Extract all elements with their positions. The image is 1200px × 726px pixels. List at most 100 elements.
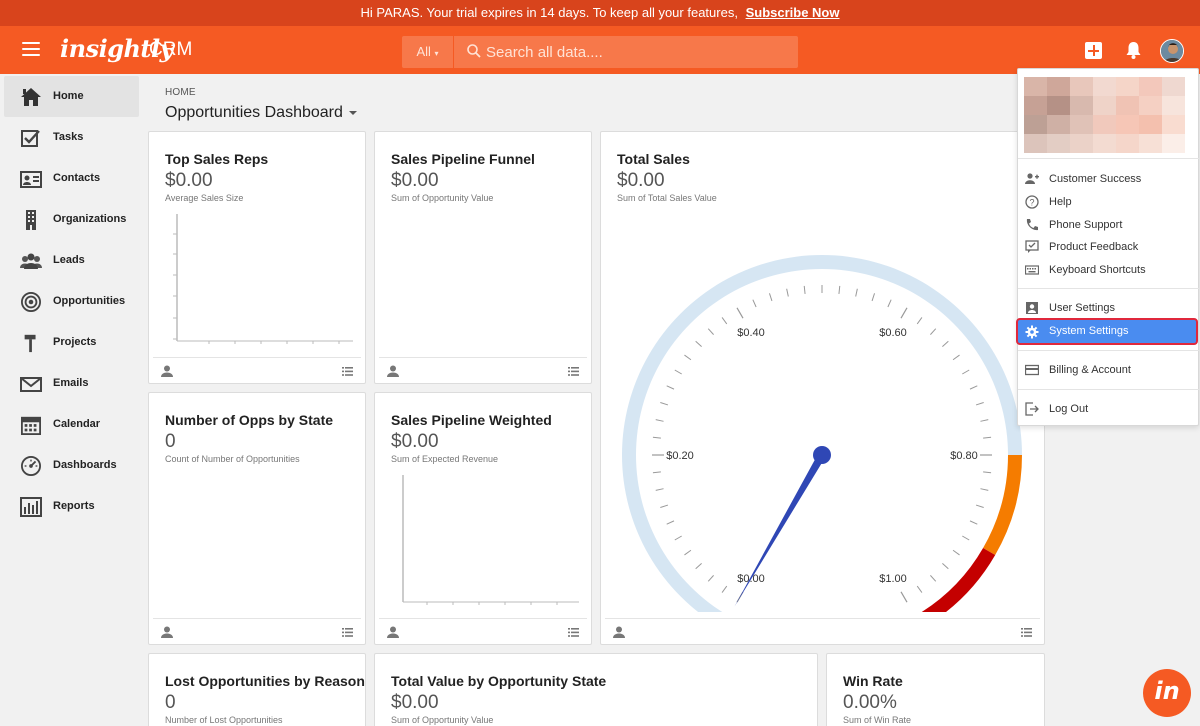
sidebar-item-leads[interactable]: Leads [4, 240, 139, 281]
quick-add-icon[interactable] [1085, 42, 1102, 59]
trial-banner: Hi PARAS. Your trial expires in 14 days.… [0, 0, 1200, 26]
gauge-tick [768, 293, 773, 302]
gauge-tick [887, 299, 892, 308]
sidebar-item-label: Organizations [53, 213, 127, 225]
page-title[interactable]: Opportunities Dashboard [165, 104, 357, 122]
menu-item-user-settings[interactable]: User Settings [1018, 297, 1200, 319]
subscribe-now-link[interactable]: Subscribe Now [746, 5, 840, 20]
gauge-tick [962, 535, 970, 541]
menu-item-billing-account[interactable]: Billing & Account [1018, 359, 1200, 381]
card-title: Sales Pipeline Weighted [391, 412, 552, 428]
card-title: Lost Opportunities by Reason [165, 673, 365, 689]
gauge-tick [975, 504, 984, 509]
gauge-band-1 [983, 455, 1022, 555]
gauge-tick-label: $0.60 [879, 327, 907, 339]
person-add-icon [1025, 173, 1039, 184]
gauge-tick [652, 436, 661, 439]
menu-item-system-settings[interactable]: System Settings [1016, 318, 1198, 345]
gauge-tick [871, 293, 876, 302]
gauge-tick [660, 401, 669, 406]
card-footer [153, 357, 361, 383]
search-input[interactable] [486, 36, 786, 68]
user-dropdown-menu: Customer Success ? Help Phone Support Pr… [1016, 68, 1200, 426]
gauge-tick-label: $1.00 [879, 573, 907, 585]
gauge-tick [983, 436, 992, 439]
gauge-tick [900, 591, 908, 603]
contacts-card-icon [20, 171, 42, 188]
list-icon[interactable] [342, 367, 353, 376]
menu-divider [1018, 389, 1200, 390]
menu-item-customer-success[interactable]: Customer Success [1018, 168, 1200, 190]
gauge-tick [952, 549, 960, 556]
card-value: $0.00 [391, 431, 439, 452]
card-total-value-by-opportunity-state: Total Value by Opportunity State $0.00 S… [374, 653, 818, 726]
card-subtitle: Average Sales Size [165, 193, 244, 203]
menu-item-help[interactable]: ? Help [1018, 191, 1200, 213]
sidebar-item-home[interactable]: Home [4, 76, 139, 117]
hamburger-menu-icon[interactable] [22, 42, 40, 56]
sidebar-item-emails[interactable]: Emails [4, 363, 139, 404]
sidebar-item-contacts[interactable]: Contacts [4, 158, 139, 199]
sidebar-item-calendar[interactable]: Calendar [4, 404, 139, 445]
menu-item-keyboard-shortcuts[interactable]: Keyboard Shortcuts [1018, 259, 1200, 281]
gauge-band-2 [921, 548, 996, 612]
gauge-tick [721, 317, 728, 325]
invision-badge-icon[interactable]: in [1143, 669, 1191, 717]
gauge-tick [969, 385, 978, 390]
list-icon[interactable] [1021, 628, 1032, 637]
sidebar-item-organizations[interactable]: Organizations [4, 199, 139, 240]
global-search: All ▾ [402, 36, 798, 68]
gauge-tick [666, 520, 675, 525]
blurred-profile-image [1024, 77, 1185, 153]
envelope-icon [20, 377, 42, 392]
menu-item-product-feedback[interactable]: Product Feedback [1018, 236, 1200, 258]
card-subtitle: Number of Lost Opportunities [165, 715, 283, 725]
gauge-tick [684, 354, 692, 361]
person-icon[interactable] [161, 626, 173, 638]
feedback-icon [1025, 240, 1039, 253]
gauge-tick [674, 369, 682, 375]
sidebar-item-reports[interactable]: Reports [4, 486, 139, 527]
svg-text:?: ? [1029, 198, 1034, 208]
card-sales-pipeline-funnel: Sales Pipeline Funnel $0.00 Sum of Oppor… [374, 131, 592, 384]
total-sales-gauge: $0.00$0.20$0.40$0.60$0.80$1.00 [622, 254, 1022, 612]
tasks-checkbox-icon [21, 130, 40, 147]
person-icon[interactable] [387, 626, 399, 638]
gauge-tick [980, 419, 989, 422]
gauge-tick [695, 563, 702, 570]
help-circle-icon: ? [1025, 195, 1039, 209]
person-icon[interactable] [613, 626, 625, 638]
sidebar-item-dashboards[interactable]: Dashboards [4, 445, 139, 486]
sidebar-item-label: Dashboards [53, 459, 117, 471]
sidebar-item-projects[interactable]: Projects [4, 322, 139, 363]
notifications-bell-icon[interactable] [1125, 41, 1142, 60]
card-subtitle: Count of Number of Opportunities [165, 454, 300, 464]
product-name: CRM [149, 39, 193, 60]
menu-item-phone-support[interactable]: Phone Support [1018, 214, 1200, 236]
card-value: $0.00 [391, 692, 439, 713]
sidebar-item-tasks[interactable]: Tasks [4, 117, 139, 158]
gauge-tick [736, 307, 744, 319]
menu-divider [1018, 288, 1200, 289]
person-icon[interactable] [161, 365, 173, 377]
gauge-tick [900, 307, 908, 319]
menu-item-log-out[interactable]: Log Out [1018, 398, 1200, 420]
list-icon[interactable] [568, 628, 579, 637]
user-avatar[interactable] [1160, 39, 1184, 63]
gauge-tick [942, 340, 949, 347]
gauge-tick [707, 328, 714, 335]
gauge-band-0 [622, 254, 1022, 612]
gauge-needle [734, 453, 826, 607]
card-win-rate: Win Rate 0.00% Sum of Win Rate [826, 653, 1045, 726]
gauge-icon [21, 456, 41, 476]
list-icon[interactable] [568, 367, 579, 376]
sidebar-item-opportunities[interactable]: Opportunities [4, 281, 139, 322]
breadcrumb[interactable]: HOME [165, 87, 196, 98]
gauge-tick-label: $0.20 [666, 450, 694, 462]
search-scope-dropdown[interactable]: All ▾ [402, 36, 454, 68]
card-value: 0 [165, 431, 176, 452]
person-icon[interactable] [387, 365, 399, 377]
list-icon[interactable] [342, 628, 353, 637]
empty-bar-chart [173, 214, 353, 344]
gauge-tick [652, 471, 661, 474]
